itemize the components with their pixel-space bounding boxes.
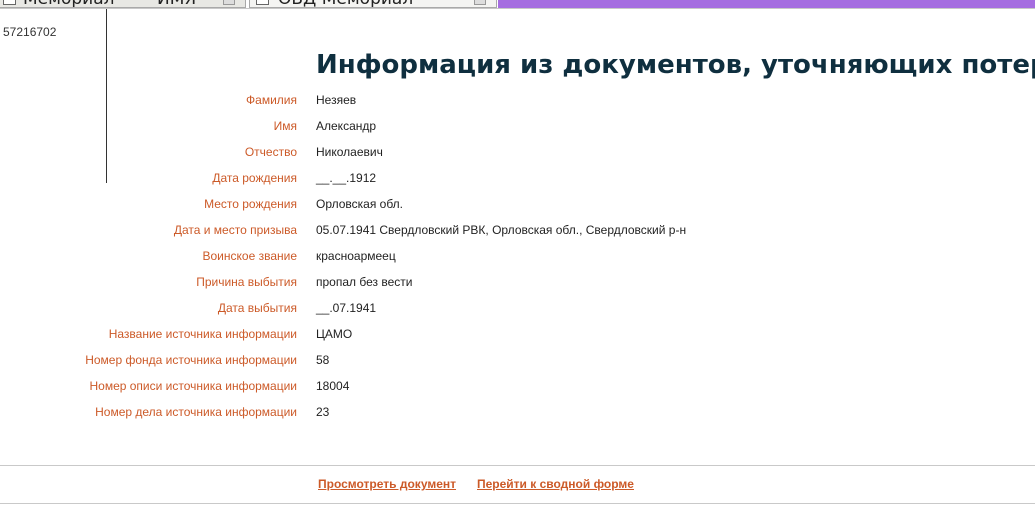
field-row-first-name: Имя Александр	[0, 116, 1035, 142]
field-value: __.07.1941	[316, 301, 377, 315]
field-row-conscription: Дата и место призыва 05.07.1941 Свердлов…	[0, 220, 1035, 246]
field-row-loss-date: Дата выбытия __.07.1941	[0, 298, 1035, 324]
field-row-file-number: Номер дела источника информации 23	[0, 402, 1035, 428]
field-label: Название источника информации	[108, 327, 297, 341]
field-row-surname: Фамилия Незяев	[0, 90, 1035, 116]
page-icon	[3, 0, 16, 5]
field-row-fund-number: Номер фонда источника информации 58	[0, 350, 1035, 376]
field-value: ЦАМО	[316, 327, 353, 341]
field-value: Николаевич	[316, 145, 383, 159]
record-fields: Фамилия Незяев Имя Александр Отчество Ни…	[0, 90, 1035, 428]
field-row-inventory-number: Номер описи источника информации 18004	[0, 376, 1035, 402]
page: Мемориал ИМЯ ОБД Мемориал 57216702 Инфор…	[0, 0, 1035, 519]
field-value: 05.07.1941 Свердловский РВК, Орловская о…	[316, 223, 687, 237]
browser-tab-strip: Мемориал ИМЯ ОБД Мемориал	[0, 0, 1035, 9]
tab-title: Мемориал	[23, 0, 114, 7]
field-value: 18004	[316, 379, 350, 393]
close-icon[interactable]	[223, 0, 235, 5]
field-row-birth-place: Место рождения Орловская обл.	[0, 194, 1035, 220]
field-label: Номер дела источника информации	[95, 405, 297, 419]
field-label: Имя	[273, 119, 297, 133]
field-value: Незяев	[316, 93, 357, 107]
go-to-summary-link[interactable]: Перейти к сводной форме	[477, 477, 634, 491]
field-label: Воинское звание	[202, 249, 298, 263]
view-document-link[interactable]: Просмотреть документ	[318, 477, 456, 491]
actions-divider-top	[0, 465, 1035, 466]
actions-divider-bottom	[0, 503, 1035, 504]
field-label: Номер фонда источника информации	[85, 353, 297, 367]
field-label: Дата и место призыва	[173, 223, 297, 237]
record-id: 57216702	[3, 25, 57, 39]
field-row-loss-reason: Причина выбытия пропал без вести	[0, 272, 1035, 298]
field-row-patronymic: Отчество Николаевич	[0, 142, 1035, 168]
field-label: Место рождения	[204, 197, 297, 211]
browser-tab-memorial-imya[interactable]: Мемориал ИМЯ	[0, 0, 246, 8]
page-title: Информация из документов, уточняющих пот…	[316, 50, 1035, 80]
field-value: красноармеец	[316, 249, 396, 263]
field-row-birth-date: Дата рождения __.__.1912	[0, 168, 1035, 194]
field-value: 23	[316, 405, 330, 419]
tab-strip-accent	[498, 0, 1035, 8]
tab-title: ОБД Мемориал	[278, 0, 413, 7]
field-label: Дата выбытия	[217, 301, 297, 315]
field-value: пропал без вести	[316, 275, 413, 289]
field-label: Дата рождения	[212, 171, 297, 185]
field-label: Фамилия	[246, 93, 297, 107]
field-label: Номер описи источника информации	[89, 379, 297, 393]
field-value: __.__.1912	[316, 171, 377, 185]
page-icon	[256, 0, 269, 5]
field-row-rank: Воинское звание красноармеец	[0, 246, 1035, 272]
browser-tab-obd-memorial[interactable]: ОБД Мемориал	[249, 0, 497, 8]
field-value: Александр	[316, 119, 377, 133]
tab-strip-divider	[0, 8, 1035, 9]
field-value: 58	[316, 353, 330, 367]
field-label: Отчество	[244, 145, 297, 159]
tab-title-secondary: ИМЯ	[157, 0, 196, 7]
field-row-source-name: Название источника информации ЦАМО	[0, 324, 1035, 350]
close-icon[interactable]	[474, 0, 486, 5]
field-label: Причина выбытия	[196, 275, 297, 289]
field-value: Орловская обл.	[316, 197, 404, 211]
